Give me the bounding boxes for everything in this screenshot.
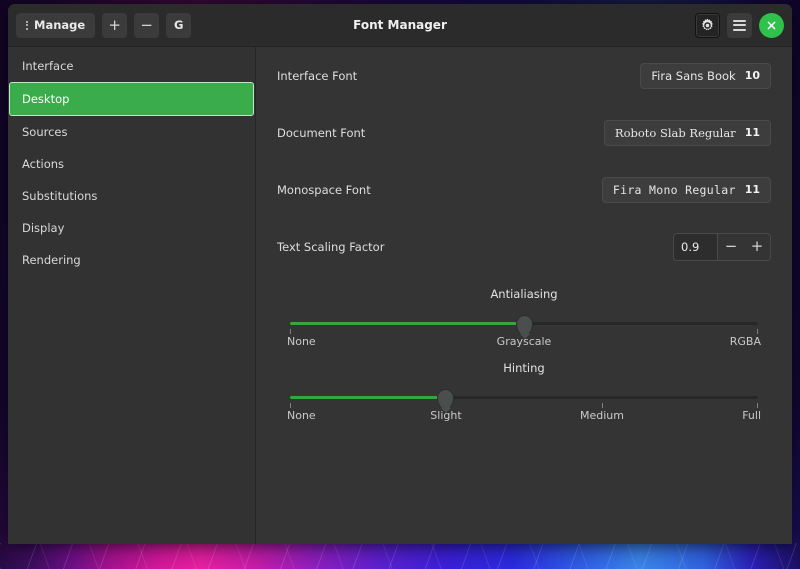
sidebar-item-label: Actions: [22, 157, 64, 171]
headerbar-right-actions: [695, 13, 784, 38]
text-scaling-input[interactable]: 0.9: [674, 234, 718, 260]
hinting-tick-medium: Medium: [580, 409, 624, 422]
close-icon: [766, 20, 777, 31]
sidebar-item-interface[interactable]: Interface: [9, 50, 254, 82]
sidebar-item-actions[interactable]: Actions: [9, 148, 254, 180]
antialiasing-handle[interactable]: [516, 315, 533, 336]
sidebar-item-label: Rendering: [22, 253, 81, 267]
sidebar-item-label: Desktop: [22, 92, 69, 106]
sidebar-item-sources[interactable]: Sources: [9, 116, 254, 148]
hamburger-menu-icon: [733, 20, 746, 31]
sidebar-item-rendering[interactable]: Rendering: [9, 244, 254, 276]
antialiasing-tick-grayscale: Grayscale: [497, 335, 552, 348]
hinting-slider[interactable]: None Slight Medium Full: [290, 389, 758, 423]
text-scaling-stepper[interactable]: 0.9 − +: [673, 233, 771, 261]
desktop-settings-panel: Interface Font Fira Sans Book 10 Documen…: [256, 47, 792, 544]
preferences-button[interactable]: [695, 13, 720, 38]
minus-icon: −: [140, 18, 153, 33]
manage-button-label: Manage: [34, 18, 85, 32]
antialiasing-slider-block: Antialiasing None Grayscale RGBA: [277, 287, 771, 349]
text-scaling-decrement-button[interactable]: −: [718, 234, 744, 260]
antialiasing-tick-rgba: RGBA: [730, 335, 761, 348]
font-manager-window: Manage + − G Font Manager: [8, 4, 792, 544]
interface-font-size: 10: [745, 69, 760, 82]
headerbar-left-actions: Manage + − G: [16, 13, 191, 38]
antialiasing-track-fill: [290, 322, 524, 325]
sidebar-item-label: Interface: [22, 59, 74, 73]
interface-font-label: Interface Font: [277, 69, 357, 83]
main-menu-button[interactable]: [727, 13, 752, 38]
google-fonts-label: G: [174, 18, 183, 32]
hinting-tick-slight: Slight: [430, 409, 461, 422]
manage-button[interactable]: Manage: [16, 13, 95, 38]
monospace-font-size: 11: [745, 183, 760, 196]
monospace-font-label: Monospace Font: [277, 183, 371, 197]
hinting-handle[interactable]: [437, 389, 454, 410]
sidebar-item-display[interactable]: Display: [9, 212, 254, 244]
text-scaling-label: Text Scaling Factor: [277, 240, 384, 254]
antialiasing-slider[interactable]: None Grayscale RGBA: [290, 315, 758, 349]
monospace-font-name: Fira Mono Regular: [613, 183, 736, 197]
hinting-tick-none: None: [287, 409, 316, 422]
sidebar-item-label: Sources: [22, 125, 68, 139]
document-font-label: Document Font: [277, 126, 365, 140]
gear-icon: [700, 18, 715, 33]
antialiasing-tick-none: None: [287, 335, 316, 348]
window-headerbar: Manage + − G Font Manager: [8, 4, 792, 47]
sidebar-item-substitutions[interactable]: Substitutions: [9, 180, 254, 212]
monospace-font-button[interactable]: Fira Mono Regular 11: [602, 177, 771, 203]
document-font-size: 11: [745, 126, 760, 139]
sidebar-item-label: Display: [22, 221, 64, 235]
window-body: Interface Desktop Sources Actions Substi…: [8, 47, 792, 544]
hinting-track-fill: [290, 396, 446, 399]
document-font-row: Document Font Roboto Slab Regular 11: [277, 104, 771, 161]
plus-icon: +: [108, 18, 121, 33]
hinting-title: Hinting: [277, 361, 771, 375]
antialiasing-title: Antialiasing: [277, 287, 771, 301]
sidebar-item-desktop[interactable]: Desktop: [9, 82, 254, 116]
document-font-button[interactable]: Roboto Slab Regular 11: [604, 120, 771, 146]
text-scaling-row: Text Scaling Factor 0.9 − +: [277, 218, 771, 275]
settings-sidebar: Interface Desktop Sources Actions Substi…: [8, 47, 256, 544]
google-fonts-button[interactable]: G: [166, 13, 191, 38]
text-scaling-increment-button[interactable]: +: [744, 234, 770, 260]
hinting-tick-full: Full: [742, 409, 761, 422]
interface-font-name: Fira Sans Book: [651, 69, 735, 83]
remove-font-button[interactable]: −: [134, 13, 159, 38]
interface-font-row: Interface Font Fira Sans Book 10: [277, 47, 771, 104]
interface-font-button[interactable]: Fira Sans Book 10: [640, 63, 771, 89]
sidebar-item-label: Substitutions: [22, 189, 97, 203]
vertical-dots-icon: [26, 21, 28, 30]
document-font-name: Roboto Slab Regular: [615, 126, 736, 140]
monospace-font-row: Monospace Font Fira Mono Regular 11: [277, 161, 771, 218]
add-font-button[interactable]: +: [102, 13, 127, 38]
close-window-button[interactable]: [759, 13, 784, 38]
hinting-slider-block: Hinting None Slight Medium Full: [277, 361, 771, 423]
